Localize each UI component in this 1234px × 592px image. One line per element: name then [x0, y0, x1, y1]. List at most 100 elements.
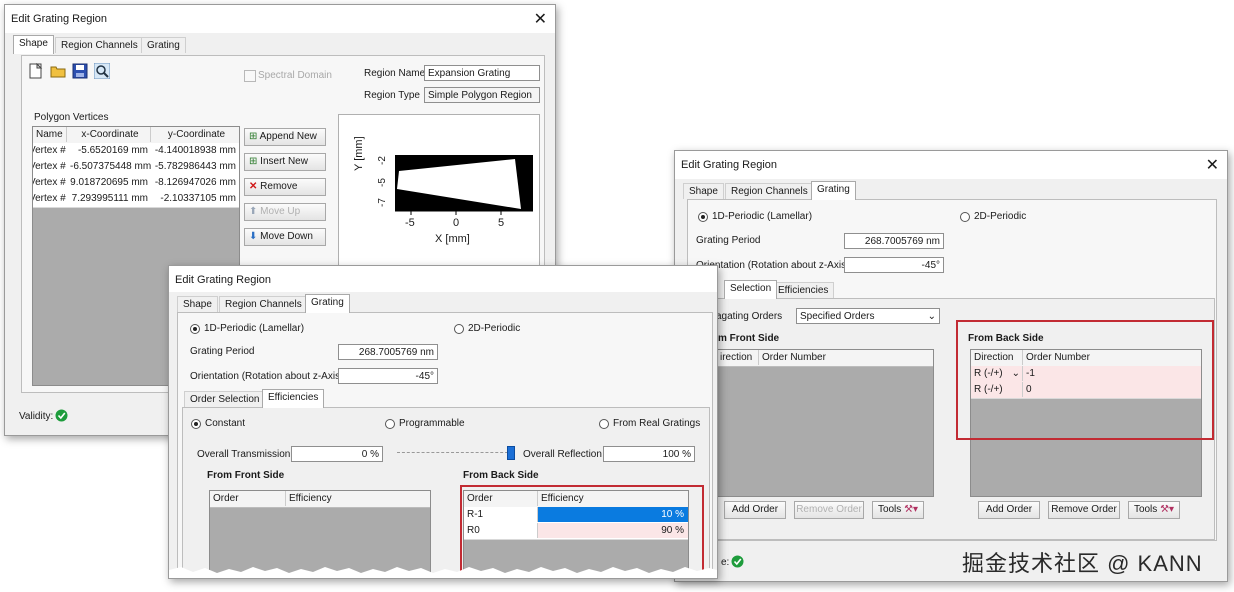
column-header: Name [33, 127, 67, 142]
move-down-button[interactable]: ⬇ Move Down [244, 228, 326, 246]
tab-region-channels[interactable]: Region Channels [55, 37, 144, 53]
radio-1d-periodic[interactable] [190, 324, 200, 334]
y-tick: -2 [377, 156, 388, 165]
tools-button-front[interactable]: Tools ⚒▾ [872, 501, 924, 519]
efficiency-slider-thumb[interactable] [507, 446, 515, 460]
tab-shape[interactable]: Shape [683, 183, 724, 199]
remove-order-button-back[interactable]: Remove Order [1048, 501, 1120, 519]
watermark: 掘金技术社区 @ KANN [962, 551, 1203, 576]
x-tick: 0 [453, 217, 460, 229]
radio-programmable-label: Programmable [399, 418, 465, 429]
tab-order-selection[interactable]: Selection [724, 280, 778, 299]
spectral-domain-checkbox[interactable] [244, 70, 256, 82]
open-folder-icon[interactable] [50, 63, 66, 82]
region-type-field: Simple Polygon Region [424, 87, 540, 103]
subtab-bar: Selection Efficiencies [724, 280, 924, 299]
radio-1d-label: 1D-Periodic (Lamellar) [204, 323, 305, 334]
back-side-title: From Back Side [463, 470, 539, 481]
remove-order-button-front[interactable]: Remove Order [794, 501, 864, 519]
move-down-label: Move Down [260, 231, 313, 242]
orientation-input[interactable]: -45° [338, 368, 438, 384]
radio-2d-label: 2D-Periodic [468, 323, 521, 334]
move-up-label: Move Up [260, 206, 301, 217]
overall-transmission-label: Overall Transmission [197, 449, 291, 460]
column-header: Efficiency [289, 493, 332, 504]
x-tick: 5 [498, 217, 505, 229]
radio-2d-periodic[interactable] [454, 324, 464, 334]
radio-programmable[interactable] [385, 419, 395, 429]
tab-order-selection[interactable]: Order Selection [184, 391, 266, 407]
save-icon[interactable] [72, 63, 88, 82]
insert-new-button[interactable]: ⊞ Insert New [244, 153, 326, 171]
y-axis-label: Y [mm] [353, 136, 365, 171]
tools-icon: ⚒▾ [904, 504, 919, 515]
close-icon[interactable]: ✕ [1206, 155, 1219, 175]
efficiency-slider-track[interactable] [397, 452, 513, 456]
grating-period-label: Grating Period [696, 235, 761, 246]
region-name-input[interactable]: Expansion Grating [424, 65, 540, 81]
table-cell: -5.782986443 mm [154, 161, 236, 172]
radio-constant[interactable] [191, 419, 201, 429]
column-header: Order Number [762, 352, 826, 363]
move-up-button[interactable]: ⬆ Move Up [244, 203, 326, 221]
overall-reflection-input[interactable]: 100 % [603, 446, 695, 462]
tab-shape[interactable]: Shape [177, 296, 218, 312]
tab-grating[interactable]: Grating [305, 294, 350, 313]
table-cell: Vertex # [33, 177, 66, 188]
close-icon[interactable]: ✕ [534, 9, 547, 29]
front-side-table[interactable]: irection Order Number [716, 349, 934, 497]
add-order-button-front[interactable]: Add Order [724, 501, 786, 519]
insert-new-label: Insert New [260, 156, 308, 167]
orientation-input[interactable]: -45° [844, 257, 944, 273]
table-cell: -8.126947026 mm [154, 177, 236, 188]
dialog-body: Shape Region Channels Grating 1D-Periodi… [169, 292, 717, 578]
spectral-domain-label: Spectral Domain [258, 70, 332, 81]
tab-shape[interactable]: Shape [13, 35, 54, 54]
table-cell: 9.018720695 mm [70, 177, 148, 188]
tab-bar: Shape Region Channels Grating [683, 181, 983, 200]
table-row[interactable]: Vertex # 9.018720695 mm -8.126947026 mm [33, 175, 239, 192]
tab-grating[interactable]: Grating [141, 37, 186, 53]
grating-period-label: Grating Period [190, 346, 255, 357]
grating-period-input[interactable]: 268.7005769 nm [338, 344, 438, 360]
tab-region-channels[interactable]: Region Channels [725, 183, 814, 199]
validity-label: Validity: [19, 411, 54, 422]
tools-button-back[interactable]: Tools ⚒▾ [1128, 501, 1180, 519]
validity-label: e: [721, 557, 730, 568]
table-cell: -2.10337105 mm [160, 193, 236, 204]
table-row[interactable]: Vertex # -6.507375448 mm -5.782986443 mm [33, 159, 239, 176]
radio-1d-periodic[interactable] [698, 212, 708, 222]
table-row[interactable]: Vertex # 7.293995111 mm -2.10337105 mm [33, 191, 239, 208]
front-side-title: From Front Side [207, 470, 285, 481]
tab-grating[interactable]: Grating [811, 181, 856, 200]
radio-2d-periodic[interactable] [960, 212, 970, 222]
remove-label: Remove [260, 181, 298, 192]
append-new-button[interactable]: ⊞ Append New [244, 128, 326, 146]
tab-bar: Shape Region Channels Grating [177, 294, 477, 313]
polygon-vertices-title: Polygon Vertices [34, 112, 109, 123]
tab-efficiencies[interactable]: Efficiencies [262, 389, 325, 408]
polygon-preview-svg [395, 155, 533, 215]
dialog-efficiencies: Edit Grating Region Shape Region Channel… [168, 265, 718, 579]
search-icon[interactable] [93, 62, 111, 82]
propagating-orders-select[interactable]: Specified Orders ⌄ [796, 308, 940, 324]
radio-real-gratings[interactable] [599, 419, 609, 429]
table-row[interactable]: Vertex # -5.6520169 mm -4.140018938 mm [33, 143, 239, 160]
grating-panel: 1D-Periodic (Lamellar) 2D-Periodic Grati… [687, 199, 1217, 541]
overall-transmission-input[interactable]: 0 % [291, 446, 383, 462]
dialog-title: Edit Grating Region [175, 274, 271, 286]
x-tick: -5 [405, 217, 415, 229]
front-side-title: m Front Side [718, 333, 780, 344]
radio-1d-label: 1D-Periodic (Lamellar) [712, 211, 813, 222]
new-file-icon[interactable] [28, 62, 44, 82]
add-order-button-back[interactable]: Add Order [978, 501, 1040, 519]
dialog-title: Edit Grating Region [681, 159, 777, 171]
tab-region-channels[interactable]: Region Channels [219, 296, 308, 312]
append-icon: ⊞ [249, 131, 258, 142]
title-bar: Edit Grating Region ✕ [675, 151, 1227, 179]
tab-efficiencies[interactable]: Efficiencies [772, 282, 835, 298]
table-cell: Vertex # [33, 193, 66, 204]
remove-button[interactable]: ✕ Remove [244, 178, 326, 196]
title-bar: Edit Grating Region [169, 266, 717, 294]
grating-period-input[interactable]: 268.7005769 nm [844, 233, 944, 249]
